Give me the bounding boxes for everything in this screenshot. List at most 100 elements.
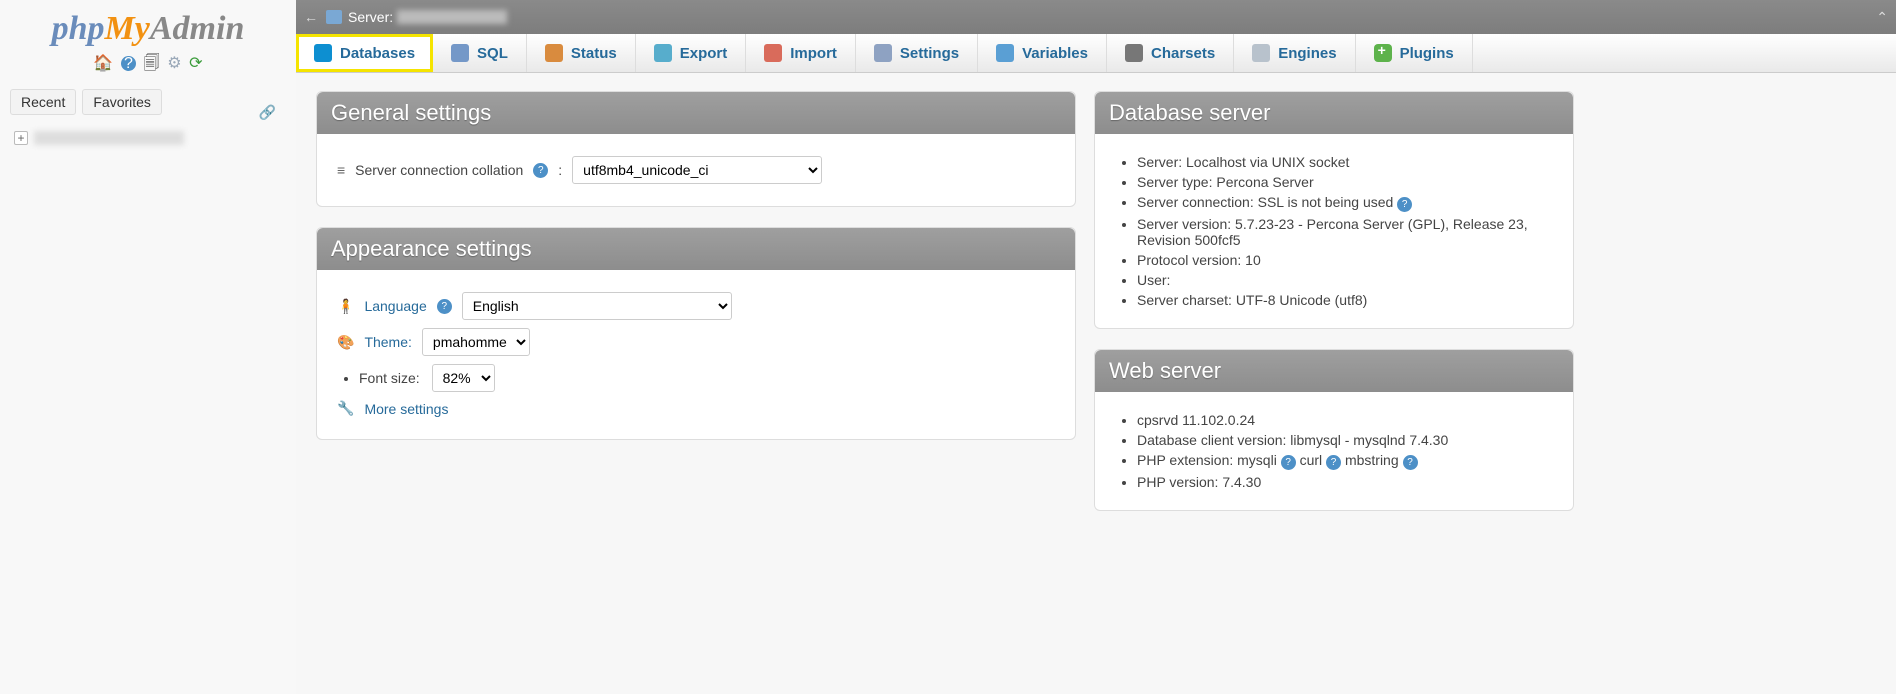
tab-export[interactable]: Export xyxy=(636,34,747,72)
db-info-type: Server type: Percona Server xyxy=(1137,174,1553,190)
curl-help-icon[interactable]: ? xyxy=(1326,455,1341,470)
tab-plugins[interactable]: Plugins xyxy=(1356,34,1473,72)
panel-appearance-head: Appearance settings xyxy=(317,228,1075,270)
reload-icon[interactable]: ⟳ xyxy=(189,53,202,73)
logo-my: My xyxy=(105,10,150,47)
language-label: Language xyxy=(364,298,426,314)
panel-dbserver-head: Database server xyxy=(1095,92,1573,134)
theme-icon: 🎨 xyxy=(337,334,354,351)
fontsize-label: Font size: xyxy=(359,370,420,386)
theme-label[interactable]: Theme: xyxy=(364,334,411,350)
topbar-server-label: Server: xyxy=(348,9,393,25)
tab-engines-label: Engines xyxy=(1278,45,1336,62)
status-icon xyxy=(545,44,563,62)
tab-engines[interactable]: Engines xyxy=(1234,34,1355,72)
settings-gear-icon[interactable]: ⚙ xyxy=(167,53,181,73)
tab-favorites[interactable]: Favorites xyxy=(82,89,162,115)
ssl-help-icon[interactable]: ? xyxy=(1397,197,1412,212)
panel-webserver: Web server cpsrvd 11.102.0.24 Database c… xyxy=(1094,349,1574,511)
tab-recent[interactable]: Recent xyxy=(10,89,76,115)
tab-charsets[interactable]: Charsets xyxy=(1107,34,1234,72)
sidebar-toolbar: 🏠 ? 🗐 ⚙ ⟳ xyxy=(0,52,296,85)
web-info-client: Database client version: libmysql - mysq… xyxy=(1137,432,1553,448)
tab-status[interactable]: Status xyxy=(527,34,636,72)
tree-item-blurred xyxy=(34,131,184,145)
tab-settings[interactable]: Settings xyxy=(856,34,978,72)
tab-import-label: Import xyxy=(790,45,837,62)
topbar: ← Server: ⌃ xyxy=(296,0,1896,34)
language-icon: 🧍 xyxy=(337,298,354,315)
tree-expand-icon[interactable]: + xyxy=(14,131,28,145)
engines-icon xyxy=(1252,44,1270,62)
tab-databases-label: Databases xyxy=(340,45,415,62)
sql-doc-icon[interactable]: 🗐 xyxy=(144,52,160,79)
sidebar-tabs: Recent Favorites xyxy=(0,85,296,119)
server-icon xyxy=(326,10,342,24)
tab-databases[interactable]: Databases xyxy=(296,34,433,72)
dbserver-info-list: Server: Localhost via UNIX socket Server… xyxy=(1137,154,1553,308)
panel-general: General settings ≡ Server connection col… xyxy=(316,91,1076,207)
webserver-info-list: cpsrvd 11.102.0.24 Database client versi… xyxy=(1137,412,1553,490)
home-icon[interactable]: 🏠 xyxy=(93,53,113,73)
web-info-php: PHP version: 7.4.30 xyxy=(1137,474,1553,490)
tab-variables[interactable]: Variables xyxy=(978,34,1107,72)
settings-icon xyxy=(874,44,892,62)
back-arrow-icon[interactable]: ← xyxy=(304,9,318,25)
fontsize-select[interactable]: 82% xyxy=(432,364,495,392)
tab-settings-label: Settings xyxy=(900,45,959,62)
tab-import[interactable]: Import xyxy=(746,34,856,72)
panel-dbserver: Database server Server: Localhost via UN… xyxy=(1094,91,1574,329)
main-area: ← Server: ⌃ Databases SQL Status Export … xyxy=(296,0,1896,694)
content: General settings ≡ Server connection col… xyxy=(296,73,1896,549)
tab-variables-label: Variables xyxy=(1022,45,1088,62)
tab-charsets-label: Charsets xyxy=(1151,45,1215,62)
mysqli-help-icon[interactable]: ? xyxy=(1281,455,1296,470)
db-info-version: Server version: 5.7.23-23 - Percona Serv… xyxy=(1137,216,1553,248)
tab-status-label: Status xyxy=(571,45,617,62)
charsets-icon xyxy=(1125,44,1143,62)
theme-select[interactable]: pmahomme xyxy=(422,328,530,356)
content-left: General settings ≡ Server connection col… xyxy=(316,91,1076,531)
db-info-server: Server: Localhost via UNIX socket xyxy=(1137,154,1553,170)
tab-export-label: Export xyxy=(680,45,728,62)
web-info-ext: PHP extension: mysqli ? curl ? mbstring … xyxy=(1137,452,1553,470)
panel-general-head: General settings xyxy=(317,92,1075,134)
database-icon xyxy=(314,44,332,62)
variables-icon xyxy=(996,44,1014,62)
panel-appearance: Appearance settings 🧍 Language ? English… xyxy=(316,227,1076,440)
sidebar: phpMyAdmin 🏠 ? 🗐 ⚙ ⟳ Recent Favorites 🔗 … xyxy=(0,0,296,694)
panel-webserver-head: Web server xyxy=(1095,350,1573,392)
collation-help-icon[interactable]: ? xyxy=(533,163,548,178)
collation-select[interactable]: utf8mb4_unicode_ci xyxy=(572,156,822,184)
more-settings-link[interactable]: More settings xyxy=(364,401,448,417)
language-select[interactable]: English xyxy=(462,292,732,320)
logo-php: php xyxy=(52,10,105,47)
db-info-protocol: Protocol version: 10 xyxy=(1137,252,1553,268)
fontsize-row: Font size: 82% xyxy=(359,364,1055,392)
collation-list-icon: ≡ xyxy=(337,162,345,178)
collation-label: Server connection collation xyxy=(355,162,523,178)
db-info-connection: Server connection: SSL is not being used… xyxy=(1137,194,1553,212)
tab-sql-label: SQL xyxy=(477,45,508,62)
web-info-cpsrvd: cpsrvd 11.102.0.24 xyxy=(1137,412,1553,428)
logo[interactable]: phpMyAdmin xyxy=(0,0,296,52)
main-tabs: Databases SQL Status Export Import Setti… xyxy=(296,34,1896,73)
collapse-icon[interactable]: ⌃ xyxy=(1876,9,1888,26)
export-icon xyxy=(654,44,672,62)
link-icon[interactable]: 🔗 xyxy=(259,104,276,121)
logo-admin: Admin xyxy=(150,10,244,47)
topbar-server-name-blurred xyxy=(397,10,507,24)
help-icon[interactable]: ? xyxy=(121,56,136,71)
db-tree[interactable]: + xyxy=(0,119,296,155)
tab-plugins-label: Plugins xyxy=(1400,45,1454,62)
db-info-charset: Server charset: UTF-8 Unicode (utf8) xyxy=(1137,292,1553,308)
wrench-icon: 🔧 xyxy=(337,400,354,417)
tab-sql[interactable]: SQL xyxy=(433,34,527,72)
content-right: Database server Server: Localhost via UN… xyxy=(1094,91,1574,531)
language-help-icon[interactable]: ? xyxy=(437,299,452,314)
db-info-user: User: xyxy=(1137,272,1553,288)
sql-icon xyxy=(451,44,469,62)
mbstring-help-icon[interactable]: ? xyxy=(1403,455,1418,470)
plugins-icon xyxy=(1374,44,1392,62)
import-icon xyxy=(764,44,782,62)
